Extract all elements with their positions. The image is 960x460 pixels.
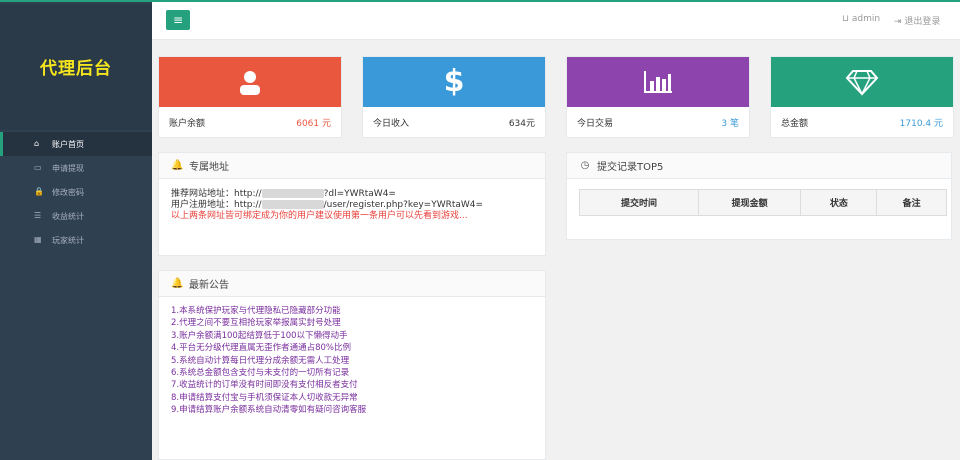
sidebar-item-label: 玩家统计 bbox=[52, 235, 84, 245]
notice-panel: 🔔 最新公告 1.本系统保护玩家与代理隐私已隐藏部分功能 2.代理之间不要互相抢… bbox=[158, 270, 546, 460]
list-icon: ☰ bbox=[34, 211, 42, 220]
sidebar-item-players[interactable]: ▦ 玩家统计 bbox=[0, 228, 152, 252]
username: admin bbox=[851, 14, 881, 24]
referral-url[interactable]: 推荐网站地址：http://?dl=YWRtaW4= bbox=[171, 189, 533, 200]
sidebar-item-label: 修改密码 bbox=[52, 187, 84, 197]
list-item: 3.账户余额满100起结算低于100以下懒得动手 bbox=[171, 330, 348, 341]
list-item: 5.系统自动计算每日代理分成余额无需人工处理 bbox=[171, 355, 350, 366]
stat-card-today-income: $ 今日收入 634元 bbox=[362, 56, 546, 138]
list-item: 4.平台无分级代理直属无歪作者通通占80%比例 bbox=[171, 343, 352, 354]
blurred-domain bbox=[261, 200, 324, 209]
sidebar-item-home[interactable]: ⌂ 账户首页 bbox=[0, 132, 152, 156]
logout-link[interactable]: ⇥ 退出登录 bbox=[894, 14, 940, 27]
column-header: 状态 bbox=[800, 189, 878, 216]
lock-icon: 🔒 bbox=[34, 187, 44, 196]
sidebar-item-label: 申请提现 bbox=[52, 163, 84, 173]
user-icon: ⊔ bbox=[842, 14, 850, 24]
stat-value: 1710.4 元 bbox=[899, 118, 943, 129]
top5-panel: ◷ 提交记录TOP5 提交时间 提现金额 状态 备注 bbox=[566, 152, 952, 240]
list-item: 6.系统总金额包含支付与未支付的一切所有记录 bbox=[171, 368, 350, 379]
user-menu[interactable]: ⊔ admin bbox=[842, 14, 880, 24]
bell-icon: 🔔 bbox=[171, 160, 184, 171]
sidebar-item-income[interactable]: ☰ 收益统计 bbox=[0, 204, 152, 228]
card-icon: ▭ bbox=[34, 163, 42, 172]
list-item: 7.收益统计的订单没有时间即没有支付相反者支付 bbox=[171, 380, 358, 391]
calc-icon: ▦ bbox=[34, 235, 42, 244]
column-header: 提交时间 bbox=[579, 189, 699, 216]
home-icon: ⌂ bbox=[34, 139, 40, 148]
dollar-icon: $ bbox=[443, 64, 465, 99]
panel-title: 最新公告 bbox=[189, 280, 229, 291]
stat-card-banner bbox=[159, 57, 341, 107]
top5-table: 提交时间 提现金额 状态 备注 bbox=[579, 189, 947, 216]
sidebar-item-withdraw[interactable]: ▭ 申请提现 bbox=[0, 156, 152, 180]
stat-card-banner bbox=[771, 57, 953, 107]
bell-icon: 🔔 bbox=[171, 278, 184, 289]
sidebar-item-label: 收益统计 bbox=[52, 211, 84, 221]
stat-label: 今日收入 bbox=[373, 118, 410, 129]
diamond-icon bbox=[845, 70, 879, 96]
bar-chart-icon bbox=[644, 71, 672, 93]
stat-value: 634元 bbox=[508, 118, 535, 129]
brand-title: 代理后台 bbox=[40, 59, 112, 79]
notice-list: 1.本系统保护玩家与代理隐私已隐藏部分功能 2.代理之间不要互相抢玩家举报属实封… bbox=[159, 297, 545, 425]
list-item: 8.申请结算支付宝与手机须保证本人切收款无异常 bbox=[171, 392, 358, 403]
stat-card-balance: 账户余额 6061 元 bbox=[158, 56, 342, 138]
stat-card-total: 总金额 1710.4 元 bbox=[770, 56, 954, 138]
stat-value: 3 笔 bbox=[721, 118, 739, 129]
address-panel: 🔔 专属地址 推荐网站地址：http://?dl=YWRtaW4= 用户注册地址… bbox=[158, 152, 546, 256]
panel-title: 专属地址 bbox=[189, 162, 229, 173]
list-item: 2.代理之间不要互相抢玩家举报属实封号处理 bbox=[171, 318, 341, 329]
menu-toggle-button[interactable]: ≡ bbox=[166, 10, 190, 30]
sidebar-item-password[interactable]: 🔒 修改密码 bbox=[0, 180, 152, 204]
blurred-domain bbox=[261, 189, 324, 198]
user-icon bbox=[240, 71, 260, 95]
clock-icon: ◷ bbox=[580, 160, 590, 171]
list-item: 9.申请结算账户余额系统自动清零如有疑问咨询客服 bbox=[171, 405, 367, 416]
sidebar-nav: ⌂ 账户首页 ▭ 申请提现 🔒 修改密码 ☰ 收益统计 ▦ 玩家统计 bbox=[0, 132, 152, 252]
stat-label: 今日交易 bbox=[577, 118, 614, 129]
panel-title: 提交记录TOP5 bbox=[597, 162, 664, 173]
address-warning: 以上两条网址皆可绑定成为你的用户建议使用第一条用户可以先看到游戏... bbox=[171, 211, 468, 221]
list-item: 1.本系统保护玩家与代理隐私已隐藏部分功能 bbox=[171, 306, 341, 316]
logout-icon: ⇥ bbox=[894, 17, 902, 27]
stat-label: 账户余额 bbox=[169, 118, 206, 129]
register-url[interactable]: 用户注册地址：http:///user/register.php?key=YWR… bbox=[171, 200, 533, 211]
stat-card-banner bbox=[567, 57, 749, 107]
stat-card-today-trades: 今日交易 3 笔 bbox=[566, 56, 750, 138]
column-header: 提现金额 bbox=[697, 189, 802, 216]
stat-value: 6061 元 bbox=[296, 118, 331, 129]
logout-label: 退出登录 bbox=[904, 17, 941, 27]
stat-card-banner: $ bbox=[363, 57, 545, 107]
top-header: ≡ ⊔ admin ⇥ 退出登录 bbox=[152, 2, 960, 40]
sidebar-item-label: 账户首页 bbox=[52, 139, 84, 149]
stat-label: 总金额 bbox=[781, 118, 809, 129]
column-header: 备注 bbox=[876, 189, 947, 216]
sidebar: 代理后台 ⌂ 账户首页 ▭ 申请提现 🔒 修改密码 ☰ 收益统计 ▦ 玩家统计 bbox=[0, 2, 152, 460]
